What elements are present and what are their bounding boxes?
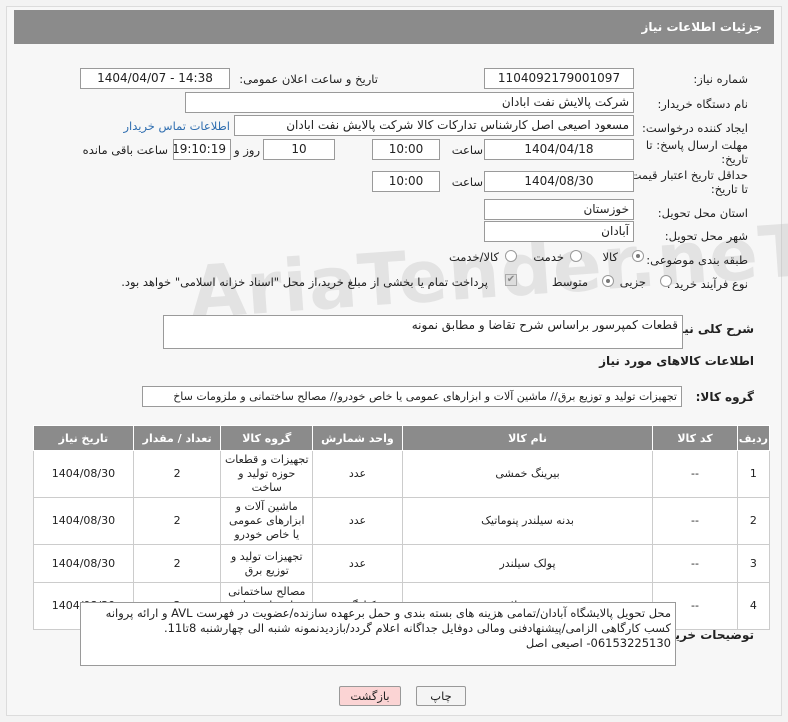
header-goods-group: گروه کالا [220,425,314,451]
announce-field: 1404/04/07 - 14:38 [80,68,230,89]
cell-need-date: 1404/08/30 [33,544,134,583]
goods-table: ردیف کد کالا نام کالا واحد شمارش گروه کا… [33,425,771,630]
category-label: طبقه بندی موضوعی: [646,253,748,267]
table-row: 3 -- پولک سیلندر عدد تجهیزات تولید و توز… [33,544,771,583]
days-label: روز و [234,143,260,157]
validity-time-label: ساعت [451,175,483,189]
buyer-notes-field: محل تحویل پالایشگاه آبادان/تمامی هزینه ه… [80,602,676,666]
cell-goods-code: -- [652,544,738,583]
buyer-contact-link[interactable]: اطلاعات تماس خریدار [123,119,230,133]
cell-goods-code: -- [652,497,738,545]
buyer-notes-line-2: کسب کارگاهی الزامی/پیشنهادفنی ومالی دوفا… [163,621,671,635]
cell-row-number: 1 [736,450,771,498]
reply-time-label: ساعت [451,143,483,157]
reply-deadline-label: مهلت ارسال پاسخ: تا [645,138,748,152]
cell-row-number: 3 [736,544,771,583]
goods-group-field: تجهیزات تولید و توزیع برق// ماشین آلات و… [142,386,682,407]
payment-note: پرداخت تمام یا بخشی از مبلغ خرید،از محل … [121,275,488,289]
treasury-checkbox[interactable]: ✔ [505,274,517,286]
buyer-notes-line-3: 06153225130- اصیعی اصل [525,636,671,650]
cell-quantity: 2 [132,450,222,498]
cell-goods-group: ماشین آلات و ابزارهای عمومی یا خاص خودرو [220,497,314,545]
cell-goods-name: بیرینگ خمشی [401,450,654,498]
print-button[interactable]: چاپ [416,686,466,706]
reply-time-field: 10:00 [372,139,440,160]
category-radio-goods[interactable] [632,250,644,262]
description-field: قطعات کمپرسور براساس شرح تقاضا و مطابق ن… [163,315,683,349]
process-option-medium: متوسط [551,275,588,289]
cell-need-date: 1404/08/30 [33,450,134,498]
city-label: شهر محل تحویل: [664,229,748,243]
header-row-number: ردیف [736,425,771,451]
cell-quantity: 2 [132,544,222,583]
process-option-minor: جزیی [619,275,646,289]
cell-goods-name: بدنه سیلندر پنوماتیک [401,497,654,545]
cell-goods-code: -- [652,450,738,498]
cell-unit: عدد [312,544,403,583]
buyer-notes-line-1: محل تحویل پالایشگاه آبادان/تمامی هزینه ه… [105,606,671,620]
validity-date-field: 1404/08/30 [484,171,634,192]
category-option-goods: کالا [602,250,618,264]
category-radio-service[interactable] [570,250,582,262]
goods-section-title: اطلاعات کالاهای مورد نیاز [599,354,754,368]
goods-group-label: گروه کالا: [695,390,754,404]
process-label: نوع فرآیند خرید : [666,277,748,291]
requester-label: ایجاد کننده درخواست: [642,121,748,135]
buyer-org-label: نام دستگاه خریدار: [657,97,748,111]
province-field: خوزستان [484,199,634,220]
category-option-goods-service: کالا/خدمت [448,250,499,264]
reply-deadline-label-2: تاریخ: [721,152,748,166]
remaining-time-label: ساعت باقی مانده [82,143,168,157]
cell-row-number: 2 [736,497,771,545]
cell-unit: عدد [312,497,403,545]
header-quantity: تعداد / مقدار [132,425,222,451]
page-title: جزئیات اطلاعات نیاز [14,10,774,44]
price-validity-label-2: تا تاریخ: [710,182,748,196]
announce-label: تاریخ و ساعت اعلان عمومی: [239,72,378,86]
buyer-org-field: شرکت پالایش نفت ابادان [185,92,634,113]
cell-quantity: 2 [132,497,222,545]
back-button[interactable]: بازگشت [339,686,401,706]
category-radio-goods-service[interactable] [505,250,517,262]
cell-goods-group: تجهیزات تولید و توزیع برق [220,544,314,583]
category-option-service: خدمت [533,250,564,264]
header-unit: واحد شمارش [312,425,403,451]
validity-time-field: 10:00 [372,171,440,192]
days-field: 10 [263,139,335,160]
cell-goods-group: تجهیزات و قطعات حوزه تولید و ساخت [220,450,314,498]
table-row: 2 -- بدنه سیلندر پنوماتیک عدد ماشین آلات… [33,497,771,545]
city-field: آبادان [484,221,634,242]
remaining-time-field: 19:10:19 [173,139,231,160]
cell-row-number: 4 [736,582,771,630]
header-goods-code: کد کالا [652,425,738,451]
need-number-label: شماره نیاز: [693,72,748,86]
province-label: استان محل تحویل: [657,206,748,220]
process-radio-medium[interactable] [602,275,614,287]
header-need-date: تاریخ نیاز [33,425,134,451]
cell-goods-name: پولک سیلندر [401,544,654,583]
price-validity-label: حداقل تاریخ اعتبار قیمت: [626,168,748,182]
table-header-row: ردیف کد کالا نام کالا واحد شمارش گروه کا… [33,425,771,451]
header-goods-name: نام کالا [401,425,654,451]
need-number-field: 1104092179001097 [484,68,634,89]
process-radio-minor[interactable] [660,275,672,287]
cell-need-date: 1404/08/30 [33,497,134,545]
requester-field: مسعود اصیعی اصل کارشناس تدارکات کالا شرک… [234,115,634,136]
cell-unit: عدد [312,450,403,498]
table-row: 1 -- بیرینگ خمشی عدد تجهیزات و قطعات حوز… [33,450,771,498]
reply-date-field: 1404/04/18 [484,139,634,160]
